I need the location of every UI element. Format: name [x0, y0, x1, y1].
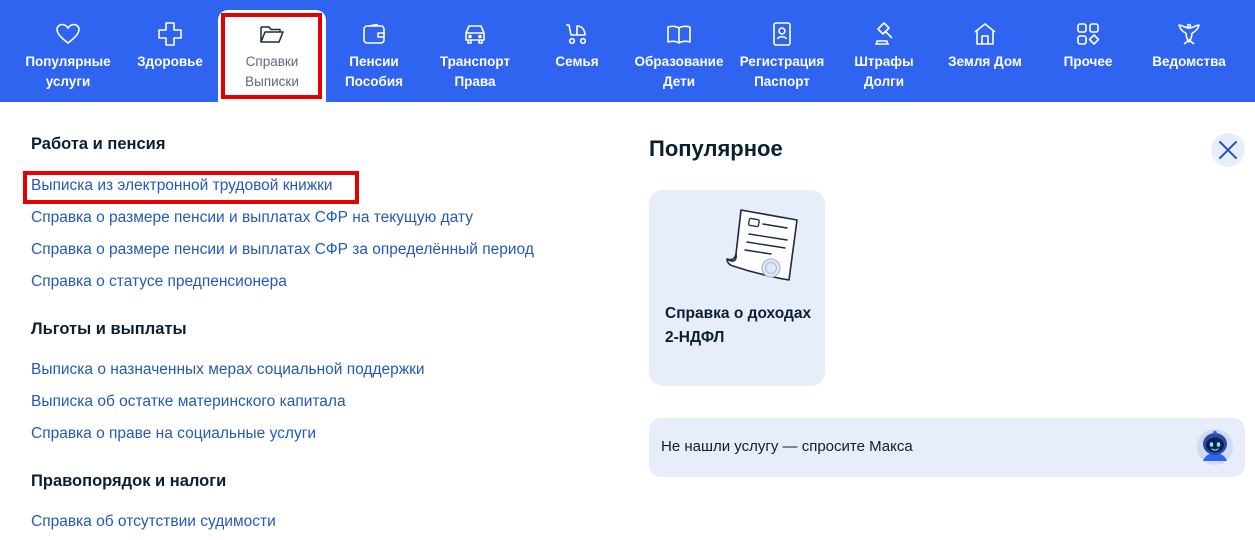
- link-employment-record[interactable]: Выписка из электронной трудовой книжки: [31, 177, 333, 195]
- section-title-law-taxes: Правопорядок и налоги: [31, 472, 227, 490]
- close-button[interactable]: [1211, 133, 1245, 167]
- nav-item-other[interactable]: Прочее: [1050, 0, 1126, 102]
- nav-label: Образование: [634, 54, 724, 69]
- heart-icon: [54, 20, 82, 48]
- popular-card-income-certificate[interactable]: Справка о доходах 2-НДФЛ: [649, 190, 825, 386]
- popular-title: Популярное: [649, 136, 783, 161]
- passport-icon: [768, 20, 796, 48]
- stroller-icon: [563, 20, 591, 48]
- nav-label: Ведомства: [1152, 54, 1226, 69]
- section-title-benefits: Льготы и выплаты: [31, 320, 187, 338]
- nav-item-registration[interactable]: Регистрация Паспорт: [734, 0, 830, 102]
- document-icon: [726, 209, 798, 281]
- nav-label: Пенсии: [349, 54, 399, 69]
- link-no-criminal-record[interactable]: Справка об отсутствии судимости: [31, 513, 276, 531]
- link-pension-period[interactable]: Справка о размере пенсии и выплатах СФР …: [31, 241, 534, 259]
- nav-item-agencies[interactable]: Ведомства: [1142, 0, 1236, 102]
- health-cross-icon: [156, 20, 184, 48]
- nav-label: Права: [454, 74, 496, 89]
- card-title-line1: Справка о доходах: [665, 305, 812, 322]
- link-prepensioner-status[interactable]: Справка о статусе предпенсионера: [31, 273, 287, 291]
- link-social-services[interactable]: Справка о праве на социальные услуги: [31, 425, 316, 443]
- wallet-icon: [360, 20, 388, 48]
- nav-label: Долги: [863, 74, 905, 89]
- link-pension-current[interactable]: Справка о размере пенсии и выплатах СФР …: [31, 209, 473, 227]
- book-icon: [665, 20, 693, 48]
- emblem-icon: [1175, 20, 1203, 48]
- nav-label: Паспорт: [754, 74, 810, 89]
- ask-assistant-banner[interactable]: Не нашли услугу — спросите Макса: [649, 418, 1245, 477]
- link-social-support[interactable]: Выписка о назначенных мерах социальной п…: [31, 361, 425, 379]
- nav-item-family[interactable]: Семья: [538, 0, 616, 102]
- nav-label: Пособия: [344, 74, 404, 89]
- nav-label: Дети: [662, 74, 696, 89]
- close-icon: [1219, 141, 1237, 159]
- nav-label: Популярные: [25, 54, 111, 69]
- ask-assistant-text: Не нашли услугу — спросите Макса: [661, 438, 913, 455]
- nav-item-transport[interactable]: Транспорт Права: [430, 0, 520, 102]
- nav-label: Здоровье: [137, 54, 203, 69]
- nav-item-health[interactable]: Здоровье: [128, 0, 212, 102]
- nav-item-certificates[interactable]: Справки Выписки: [218, 10, 326, 102]
- nav-label: услуги: [45, 74, 91, 89]
- section-title-work-pension: Работа и пенсия: [31, 135, 166, 153]
- nav-item-fines[interactable]: Штрафы Долги: [842, 0, 926, 102]
- link-maternity-capital[interactable]: Выписка об остатке материнского капитала: [31, 393, 346, 411]
- nav-label: Выписки: [245, 74, 299, 89]
- grid-icon: [1074, 20, 1102, 48]
- nav-item-popular[interactable]: Популярные услуги: [18, 0, 118, 102]
- nav-item-land-home[interactable]: Земля Дом: [940, 0, 1030, 102]
- gavel-icon: [870, 20, 898, 48]
- top-navigation: Популярные услуги Здоровье Справки Выписки…: [0, 0, 1255, 102]
- nav-label: Справки: [245, 54, 299, 69]
- house-icon: [971, 20, 999, 48]
- car-icon: [461, 20, 489, 48]
- nav-label: Регистрация: [739, 54, 825, 69]
- robot-assistant-icon: [1197, 429, 1233, 465]
- nav-label: Прочее: [1063, 54, 1113, 69]
- nav-label: Транспорт: [439, 54, 511, 69]
- folder-icon: [258, 20, 286, 48]
- nav-item-pensions[interactable]: Пенсии Пособия: [332, 0, 416, 102]
- nav-label: Земля Дом: [948, 54, 1022, 69]
- nav-label: Семья: [555, 54, 599, 69]
- nav-item-education[interactable]: Образование Дети: [630, 0, 728, 102]
- card-title-line2: 2-НДФЛ: [665, 329, 725, 346]
- nav-label: Штрафы: [854, 54, 914, 69]
